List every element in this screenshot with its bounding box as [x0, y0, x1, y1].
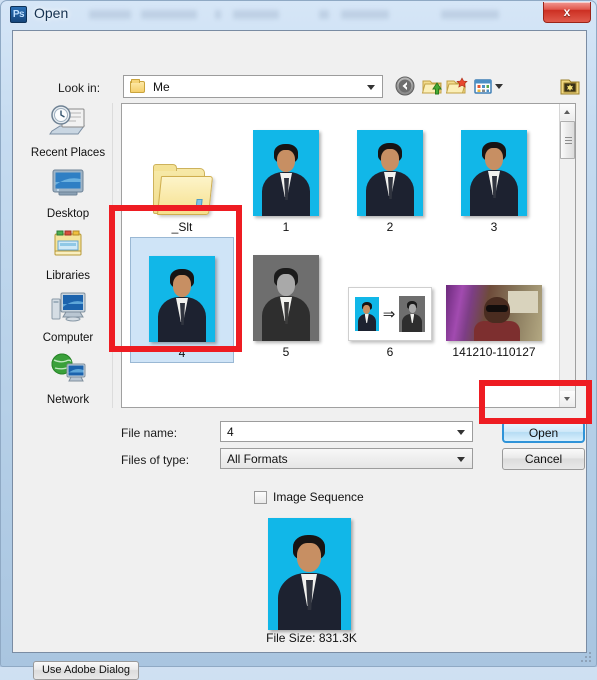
places-sidebar: Recent Places Desktop Libraries Computer… — [23, 103, 113, 408]
chevron-down-icon[interactable] — [457, 456, 465, 462]
photo-thumbnail — [357, 130, 423, 216]
list-item[interactable]: 3 — [442, 112, 546, 236]
folder-icon — [151, 164, 214, 216]
recent-places-icon — [46, 105, 90, 147]
tools-folder-icon[interactable] — [558, 75, 582, 97]
filename-label: File name: — [121, 426, 178, 440]
list-item-label: 4 — [178, 346, 186, 360]
list-item[interactable]: ⇒ 6 — [338, 237, 442, 361]
cancel-button[interactable]: Cancel — [502, 448, 585, 470]
photo-thumbnail — [149, 256, 215, 342]
use-adobe-dialog-button[interactable]: Use Adobe Dialog — [33, 661, 139, 680]
list-item[interactable]: _Slt — [130, 112, 234, 236]
list-item[interactable]: 5 — [234, 237, 338, 361]
list-item-label: 141210-110127 — [452, 345, 536, 359]
sidebar-item-computer[interactable]: Computer — [23, 289, 113, 344]
chevron-down-icon[interactable] — [367, 84, 375, 90]
filetype-label: Files of type: — [121, 453, 190, 467]
sidebar-item-recent-places[interactable]: Recent Places — [23, 103, 113, 159]
list-item-label: 5 — [282, 345, 290, 359]
window-title: Open — [34, 5, 69, 21]
list-item-label: 1 — [282, 220, 290, 234]
photo-thumbnail — [253, 130, 319, 216]
sidebar-item-network[interactable]: Network — [23, 351, 113, 406]
list-item[interactable]: 2 — [338, 112, 442, 236]
dialog-panel: Look in: Me Recent Places Desktop Librar… — [12, 30, 587, 680]
photo-thumbnail — [446, 285, 542, 341]
list-item[interactable]: 1 — [234, 112, 338, 236]
lookin-combobox[interactable]: Me — [123, 75, 383, 98]
views-icon[interactable] — [472, 75, 496, 97]
sidebar-item-label: Desktop — [46, 208, 90, 220]
filename-input[interactable]: 4 — [220, 421, 473, 442]
desktop-icon — [46, 169, 90, 207]
file-size-label: File Size: 831.3K — [266, 631, 357, 645]
list-item[interactable]: 141210-110127 — [442, 237, 546, 361]
list-item-label: 2 — [386, 220, 394, 234]
filetype-value: All Formats — [227, 451, 288, 466]
libraries-icon — [46, 230, 90, 269]
before-after-thumbnail: ⇒ — [348, 287, 432, 341]
file-list-scrollbar[interactable] — [559, 104, 575, 407]
arrow-right-icon: ⇒ — [382, 305, 396, 323]
network-icon — [46, 353, 90, 393]
scroll-up-button[interactable] — [560, 104, 575, 120]
lookin-label: Look in: — [58, 81, 101, 95]
image-sequence-label: Image Sequence — [273, 490, 364, 504]
scrollbar-thumb[interactable] — [560, 121, 575, 159]
sidebar-item-label: Computer — [42, 332, 94, 344]
list-item-label: 6 — [386, 345, 394, 359]
sidebar-item-desktop[interactable]: Desktop — [23, 165, 113, 220]
list-item-label: 3 — [490, 220, 498, 234]
views-chevron-down-icon[interactable] — [495, 84, 503, 89]
sidebar-item-label: Recent Places — [30, 147, 106, 159]
caret-down-icon — [564, 397, 570, 401]
title-bar: Ps Open x — [1, 1, 596, 28]
preview-image — [268, 518, 351, 630]
new-folder-icon[interactable] — [446, 75, 470, 97]
image-sequence-checkbox[interactable] — [254, 490, 267, 504]
open-dialog-window: Ps Open x Look in: Me Recent Places Desk… — [0, 0, 597, 680]
lookin-value: Me — [153, 79, 170, 94]
computer-icon — [46, 292, 90, 331]
photoshop-ps-icon: Ps — [10, 6, 27, 23]
sidebar-item-label: Network — [46, 394, 90, 406]
filename-value: 4 — [227, 424, 234, 439]
list-item-label: _Slt — [171, 220, 193, 234]
list-item[interactable]: 4 — [130, 237, 234, 363]
sidebar-item-label: Libraries — [45, 270, 91, 282]
scroll-down-button[interactable] — [560, 391, 575, 407]
photo-thumbnail — [461, 130, 527, 216]
back-icon[interactable] — [394, 75, 418, 97]
chevron-down-icon[interactable] — [457, 429, 465, 435]
close-button[interactable]: x — [543, 2, 591, 23]
photo-thumbnail — [253, 255, 319, 341]
sidebar-item-libraries[interactable]: Libraries — [23, 227, 113, 282]
file-list[interactable]: _Slt 1 2 3 4 5 ⇒ 6 141210-110127 — [121, 103, 576, 408]
resize-grip[interactable] — [580, 651, 592, 663]
filetype-select[interactable]: All Formats — [220, 448, 473, 469]
open-button[interactable]: Open — [502, 421, 585, 443]
image-sequence-row[interactable]: Image Sequence — [254, 490, 364, 504]
caret-up-icon — [564, 110, 570, 114]
up-folder-icon[interactable] — [421, 75, 445, 97]
folder-icon — [130, 78, 145, 93]
